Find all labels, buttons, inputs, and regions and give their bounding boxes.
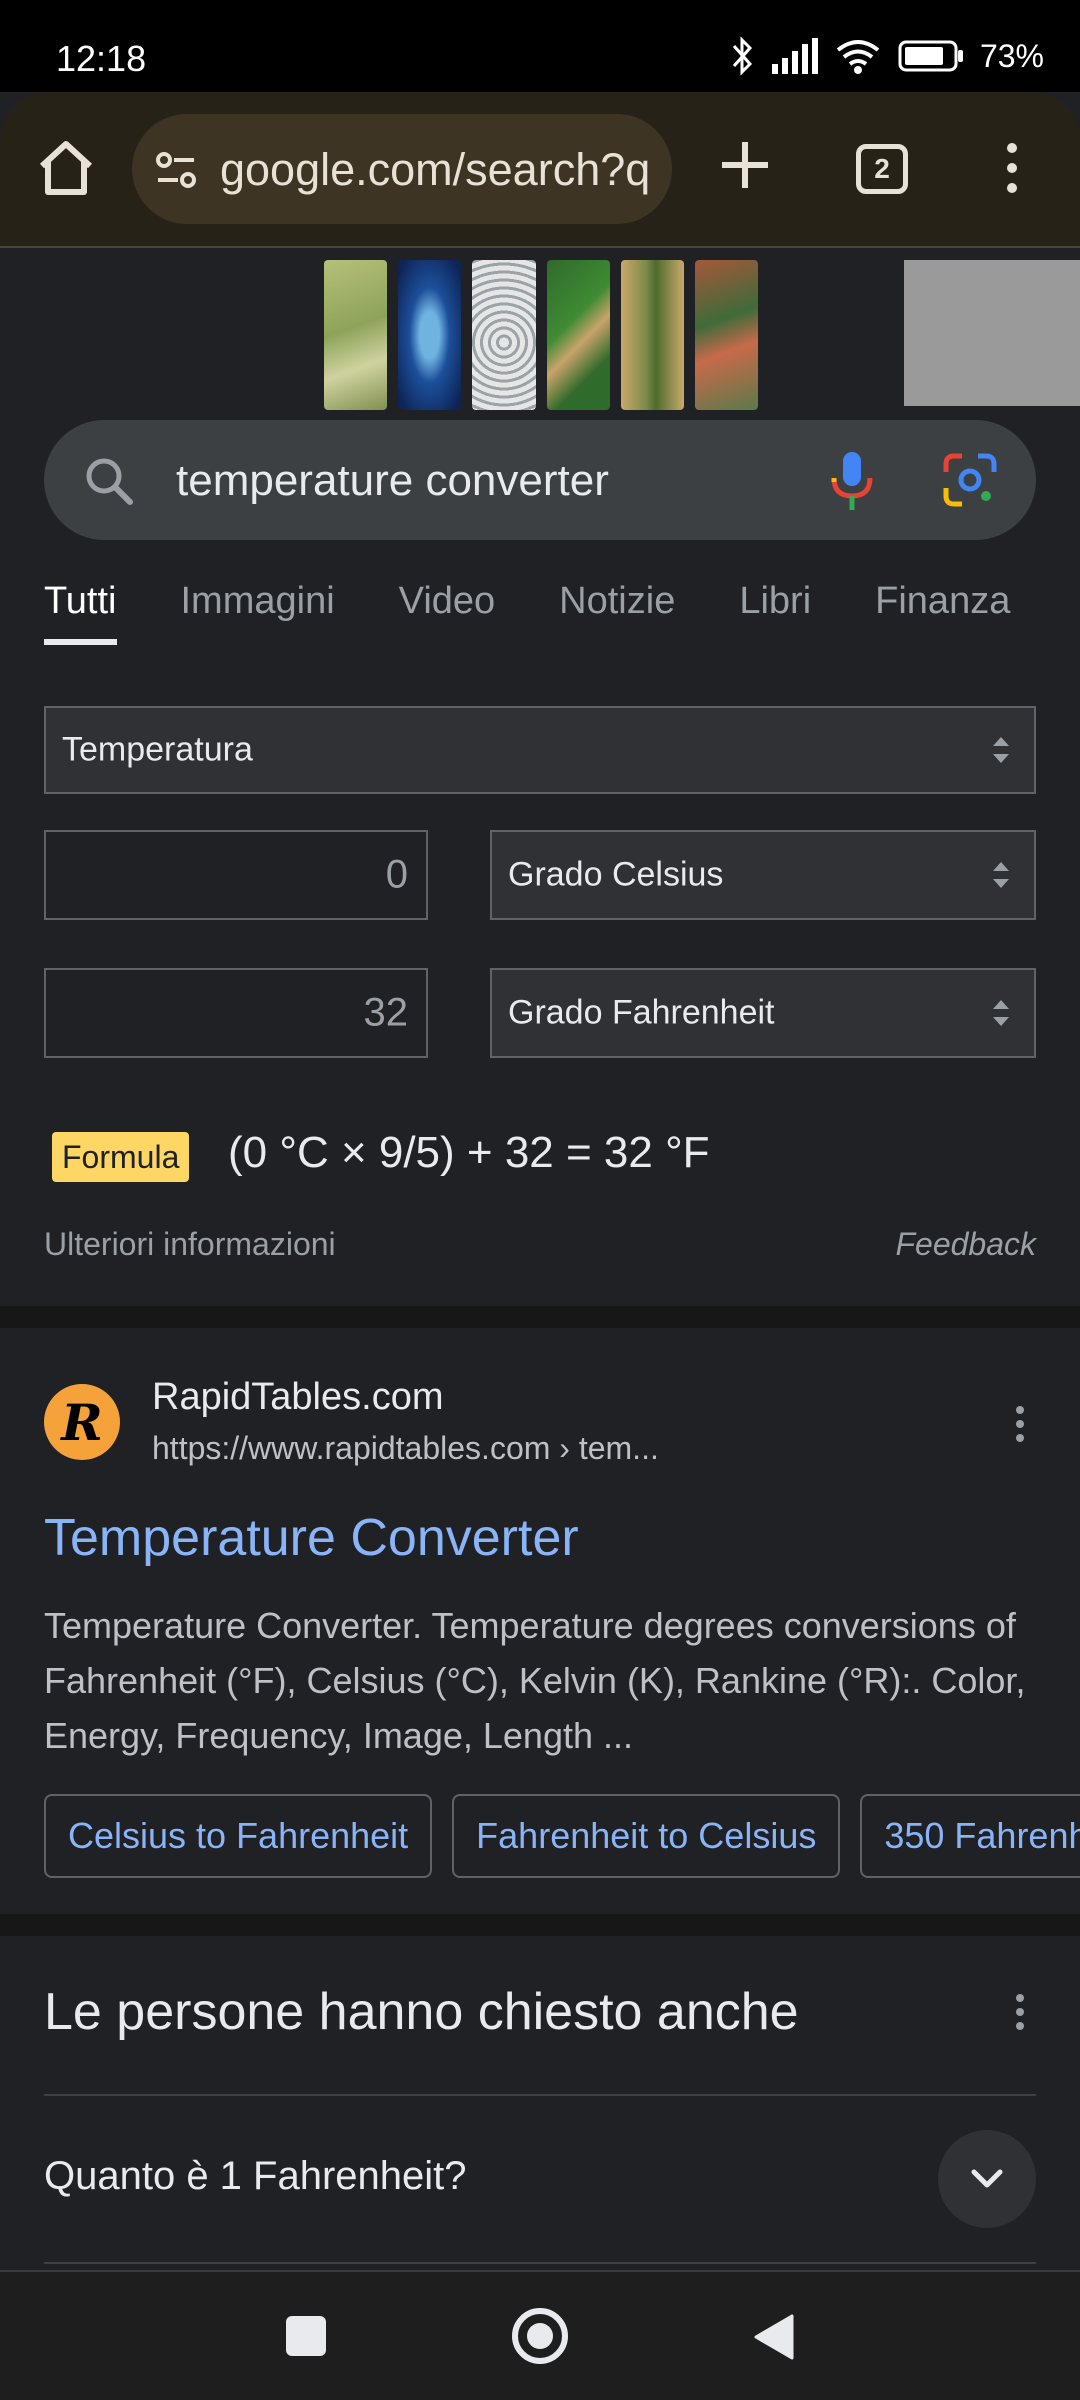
sitelink-chip[interactable]: Celsius to Fahrenheit	[44, 1794, 433, 1878]
search-box[interactable]: temperature converter	[44, 420, 1036, 540]
dropdown-arrows-icon	[993, 862, 1009, 888]
result-snippet: Temperature Converter. Temperature degre…	[44, 1605, 1026, 1756]
from-value: 0	[385, 852, 408, 897]
home-button[interactable]	[510, 2306, 570, 2366]
paa-question[interactable]: Quanto è 1 Fahrenheit?	[44, 2154, 467, 2199]
url-text[interactable]: google.com/search?q	[220, 144, 650, 196]
expand-question-button[interactable]	[938, 2130, 1036, 2228]
to-value: 32	[363, 990, 409, 1035]
doodle-tile	[398, 260, 462, 410]
section-divider	[0, 1914, 1080, 1936]
dropdown-arrows-icon	[993, 1000, 1009, 1026]
from-unit-value: Grado Celsius	[508, 855, 724, 894]
site-favicon[interactable]: R	[44, 1384, 120, 1460]
section-divider	[0, 1306, 1080, 1328]
bluetooth-icon	[732, 36, 753, 76]
status-time: 12:18	[56, 38, 147, 79]
chevron-down-icon	[971, 2169, 1003, 2188]
search-tabs: Tutti Immagini Video Notizie Libri Finanza	[44, 580, 1080, 650]
divider	[44, 2094, 1036, 2096]
recent-apps-button[interactable]	[286, 2316, 326, 2356]
wifi-icon	[836, 40, 880, 74]
tab-images[interactable]: Immagini	[181, 580, 335, 645]
formula-text: (0 °C × 9/5) + 32 = 32 °F	[228, 1128, 710, 1177]
tab-news[interactable]: Notizie	[559, 580, 675, 645]
sitelink-chips: Celsius to Fahrenheit Fahrenheit to Celsi…	[44, 1794, 1080, 1880]
dropdown-arrows-icon	[993, 737, 1009, 763]
battery-percent: 73%	[979, 37, 1044, 74]
doodle-tile	[472, 260, 536, 410]
back-button[interactable]	[752, 2312, 796, 2362]
from-unit-select[interactable]: Grado Celsius	[490, 830, 1036, 920]
result-site-name[interactable]: RapidTables.com	[152, 1376, 443, 1419]
status-bar: 12:18 73%	[0, 0, 1080, 92]
browser-toolbar: google.com/search?q 2	[0, 92, 1080, 248]
tab-finance[interactable]: Finanza	[875, 580, 1010, 645]
doodle-tile	[694, 260, 759, 410]
voice-search-icon[interactable]	[824, 448, 880, 514]
search-query[interactable]: temperature converter	[176, 456, 609, 506]
to-value-input[interactable]: 32	[44, 968, 428, 1058]
tab-books[interactable]: Libri	[739, 580, 811, 645]
system-navigation-bar	[0, 2270, 1080, 2400]
to-unit-value: Grado Fahrenheit	[508, 993, 775, 1032]
signal-icon	[771, 38, 818, 74]
sitelink-chip[interactable]: 350 Fahrenheit to Celsius	[860, 1794, 1080, 1878]
site-settings-icon[interactable]	[154, 148, 198, 192]
status-icons: 73%	[730, 36, 1044, 76]
result-url[interactable]: https://www.rapidtables.com › tem...	[152, 1430, 659, 1467]
to-unit-select[interactable]: Grado Fahrenheit	[490, 968, 1036, 1058]
quantity-select-value: Temperatura	[62, 730, 253, 769]
paa-more-options-icon[interactable]	[1014, 1992, 1026, 2032]
tab-all[interactable]: Tutti	[44, 580, 117, 645]
people-also-ask-title: Le persone hanno chiesto anche	[44, 1983, 799, 2041]
divider	[44, 2262, 1036, 2264]
tab-videos[interactable]: Video	[399, 580, 496, 645]
doodle-tile	[620, 260, 684, 410]
feedback-link[interactable]: Feedback	[895, 1226, 1036, 1263]
new-tab-icon[interactable]	[712, 132, 778, 198]
home-icon[interactable]	[32, 134, 100, 202]
doodle-tile	[546, 260, 610, 410]
quantity-select[interactable]: Temperatura	[44, 706, 1036, 794]
google-lens-icon[interactable]	[940, 450, 1000, 510]
search-icon[interactable]	[82, 454, 136, 508]
more-info-link[interactable]: Ulteriori informazioni	[44, 1226, 336, 1263]
overflow-menu-icon[interactable]	[990, 138, 1034, 198]
result-more-options-icon[interactable]	[1014, 1404, 1026, 1444]
battery-icon	[898, 40, 963, 72]
address-bar[interactable]: google.com/search?q	[132, 114, 672, 224]
from-value-input[interactable]: 0	[44, 830, 428, 920]
result-title-link[interactable]: Temperature Converter	[44, 1508, 579, 1568]
sitelink-chip[interactable]: Fahrenheit to Celsius	[452, 1794, 841, 1878]
google-doodle[interactable]	[324, 260, 759, 410]
formula-badge: Formula	[52, 1132, 190, 1182]
doodle-tile	[324, 260, 388, 410]
doodle-share-image[interactable]	[904, 260, 1080, 406]
tab-switcher-button[interactable]: 2	[856, 144, 908, 194]
